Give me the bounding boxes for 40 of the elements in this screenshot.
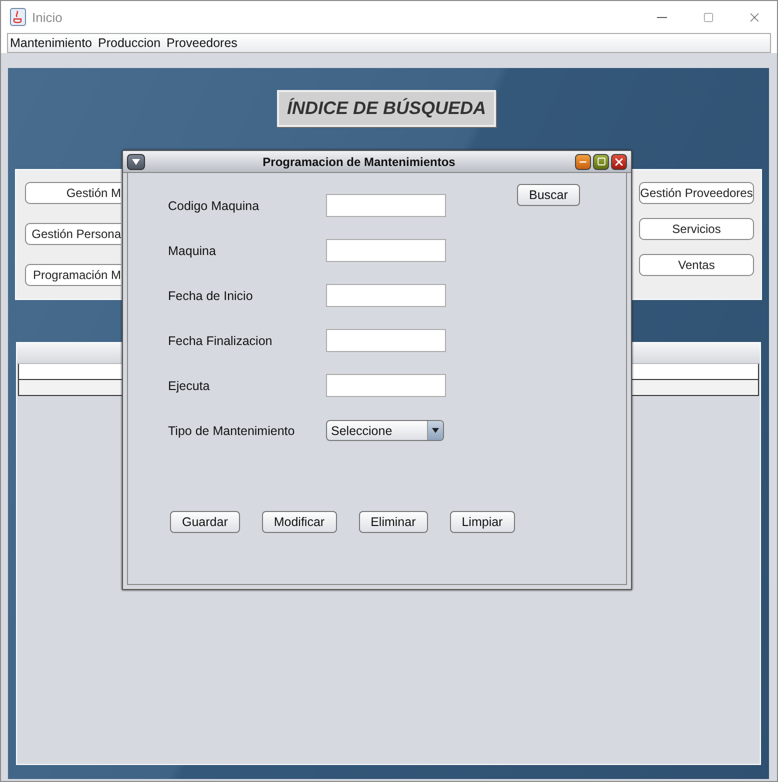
nav-button[interactable]: Programación M [25,264,121,286]
field-label: Fecha Finalizacion [168,334,274,348]
input-field[interactable] [326,239,446,262]
close-icon [613,156,625,168]
close-button[interactable] [611,154,627,170]
action-button[interactable]: Guardar [170,511,240,533]
maximize-button[interactable] [593,154,609,170]
nav-button[interactable]: Gestión Proveedores [639,182,754,204]
search-button[interactable]: Buscar [517,184,580,206]
nav-button[interactable]: Ventas [639,254,754,276]
caret-icon [432,428,439,433]
menu-item[interactable]: Proveedores [166,36,242,50]
action-button[interactable]: Limpiar [450,511,515,533]
minimize-icon [657,16,667,18]
nav-button[interactable]: Gestión M [25,182,121,204]
window-menu-button[interactable] [127,154,145,170]
maximize-icon [702,12,714,22]
action-button[interactable]: Modificar [262,511,337,533]
field-label: Fecha de Inicio [168,288,254,302]
menu-item[interactable]: Produccion [97,36,166,50]
input-field[interactable] [326,194,446,217]
nav-button[interactable]: Servicios [639,218,754,240]
java-cup-icon [10,8,26,26]
type-dropdown[interactable]: Seleccione [326,420,444,441]
menu-item[interactable]: Mantenimiento [9,36,97,50]
window-title: Inicio [32,10,64,24]
minimize-button[interactable] [575,154,591,170]
input-field[interactable] [326,374,446,397]
nav-button[interactable]: Gestión Persona [25,223,121,245]
internal-window-title: Programacion de Mantenimientos [262,154,456,168]
input-field[interactable] [326,329,446,352]
action-button[interactable]: Eliminar [358,511,428,533]
heading-label: ÍNDICE DE BÚSQUEDA [276,90,496,127]
field-label: Maquina [168,244,217,258]
input-field[interactable] [326,284,446,307]
field-label: Codigo Maquina [168,198,260,212]
field-label: Ejecuta [168,378,211,392]
maximize-icon [596,157,606,166]
caret-icon [132,158,140,164]
field-label: Tipo de Mantenimiento [168,424,296,438]
